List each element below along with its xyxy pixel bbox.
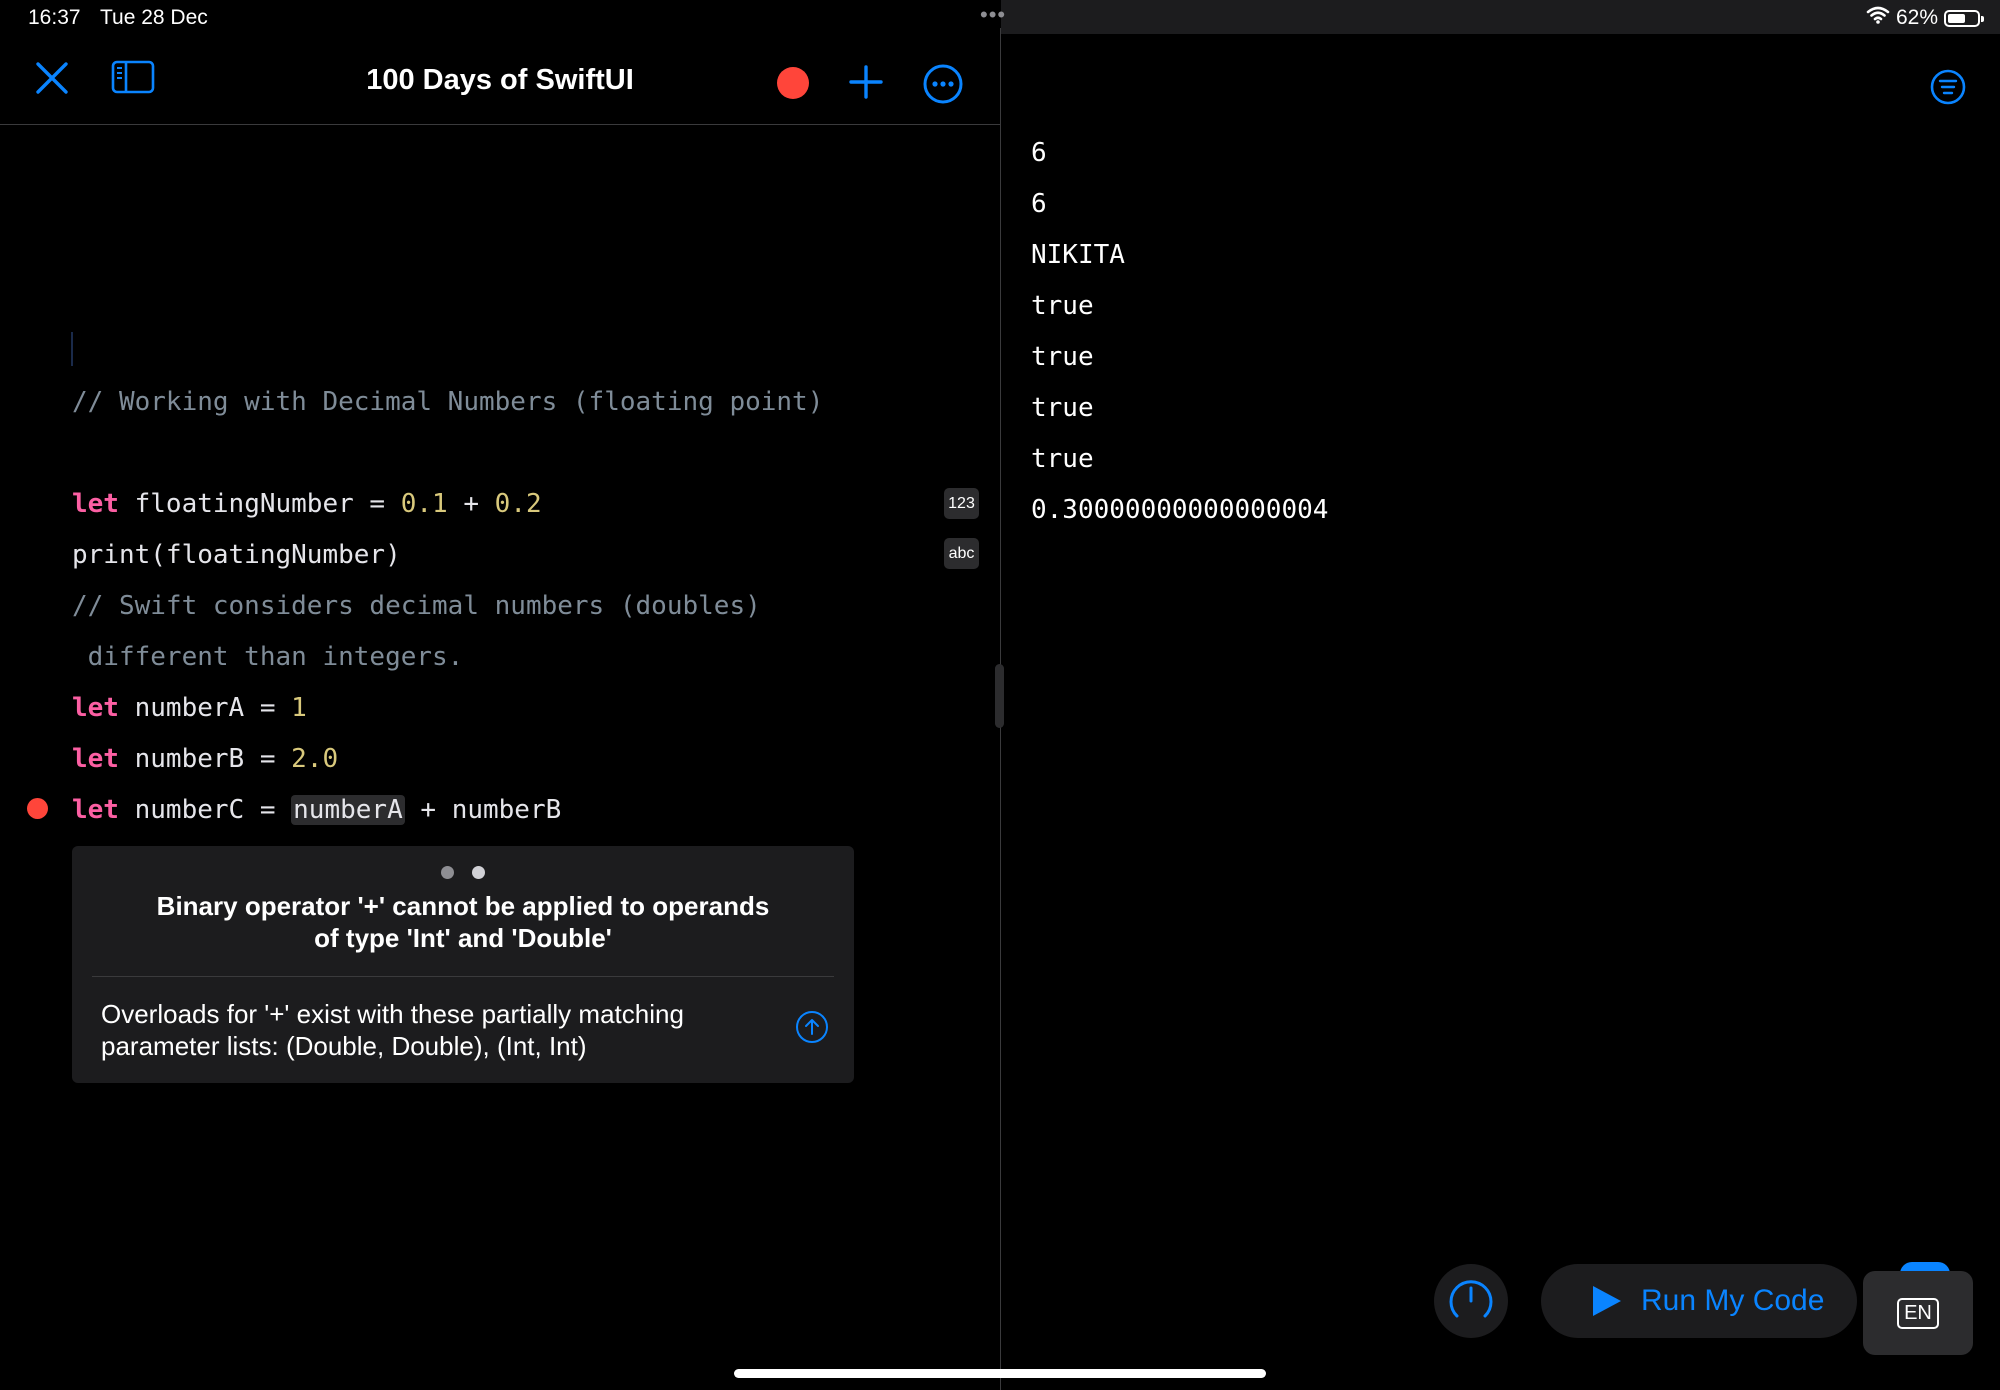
output-line: true <box>1031 291 1094 321</box>
keyword: let <box>72 693 119 723</box>
plus-icon[interactable] <box>848 64 884 100</box>
keyboard-language-label: EN <box>1897 1297 1939 1329</box>
arrow-up-circle-icon[interactable] <box>796 1011 828 1043</box>
right-panel-status-background <box>1001 0 2000 34</box>
error-title-line: of type 'Int' and 'Double' <box>314 923 612 953</box>
speedometer-icon <box>1449 1280 1493 1318</box>
multitasking-dots[interactable]: ••• <box>980 2 1006 28</box>
output-line: true <box>1031 393 1094 423</box>
keyboard-language-button[interactable]: EN <box>1863 1271 1973 1355</box>
number-literal: 0.2 <box>494 489 542 519</box>
output-line: 0.30000000000000004 <box>1031 495 1329 525</box>
code-line: print(floatingNumber) <box>72 540 401 570</box>
battery-icon <box>1944 9 1984 27</box>
code-line: let floatingNumber = 0.1 + 0.2 <box>72 484 542 524</box>
error-popover: Binary operator '+' cannot be applied to… <box>72 846 854 1083</box>
highlighted-token[interactable]: numberA <box>291 795 405 825</box>
run-button-label: Run My Code <box>1641 1284 1825 1317</box>
battery-percent: 62% <box>1895 6 1938 29</box>
output-line: true <box>1031 342 1094 372</box>
number-literal: 0.1 <box>400 489 448 519</box>
output-line: NIKITA <box>1031 240 1125 270</box>
popover-divider <box>92 976 834 977</box>
identifier: numberB = <box>118 744 292 774</box>
code-line-error: let numberC = numberA + numberB <box>72 790 561 830</box>
wifi-icon <box>1866 6 1890 30</box>
page-dot-active[interactable] <box>472 866 485 879</box>
status-time: 16:37 <box>28 6 81 29</box>
more-icon[interactable] <box>922 63 964 105</box>
number-literal: 2.0 <box>291 744 339 774</box>
filter-icon[interactable] <box>1929 68 1967 106</box>
error-marker-icon[interactable] <box>27 798 48 819</box>
record-icon[interactable] <box>777 67 809 99</box>
console-panel <box>1001 34 2000 1390</box>
run-code-button[interactable]: Run My Code <box>1541 1264 1857 1338</box>
home-indicator[interactable] <box>734 1369 1266 1378</box>
keyword: let <box>72 489 119 519</box>
play-icon <box>1593 1286 1621 1316</box>
identifier: numberA = <box>118 693 292 723</box>
code-comment: different than integers. <box>72 642 464 672</box>
code-line: let numberA = 1 <box>72 688 307 728</box>
page-indicator[interactable] <box>72 866 854 879</box>
code-line: let numberB = 2.0 <box>72 739 338 779</box>
keyword: let <box>72 744 119 774</box>
text-cursor <box>71 332 73 366</box>
speed-control-button[interactable] <box>1434 1264 1508 1338</box>
error-title: Binary operator '+' cannot be applied to… <box>102 890 824 954</box>
number-literal: 1 <box>291 693 307 723</box>
status-right: 62% <box>1866 6 1984 30</box>
battery-fill <box>1948 13 1965 23</box>
code-comment: // Swift considers decimal numbers (doub… <box>72 591 761 621</box>
identifier: numberC = <box>118 795 292 825</box>
output-line: 6 <box>1031 138 1047 168</box>
page-dot[interactable] <box>441 866 454 879</box>
split-resize-handle[interactable] <box>995 664 1004 728</box>
code-comment: // Working with Decimal Numbers (floatin… <box>72 387 824 417</box>
keyword: let <box>72 795 119 825</box>
status-date: Tue 28 Dec <box>100 6 208 29</box>
error-detail-line: parameter lists: (Double, Double), (Int,… <box>101 1031 587 1061</box>
output-line: true <box>1031 444 1094 474</box>
error-detail-line: Overloads for '+' exist with these parti… <box>101 999 684 1029</box>
result-badge-number[interactable]: 123 <box>944 488 979 519</box>
identifier: floatingNumber = <box>118 489 401 519</box>
output-line: 6 <box>1031 189 1047 219</box>
operator: + <box>447 489 495 519</box>
error-title-line: Binary operator '+' cannot be applied to… <box>156 891 770 921</box>
error-detail: Overloads for '+' exist with these parti… <box>101 998 741 1062</box>
result-badge-text[interactable]: abc <box>944 538 979 569</box>
identifier: + numberB <box>404 795 562 825</box>
